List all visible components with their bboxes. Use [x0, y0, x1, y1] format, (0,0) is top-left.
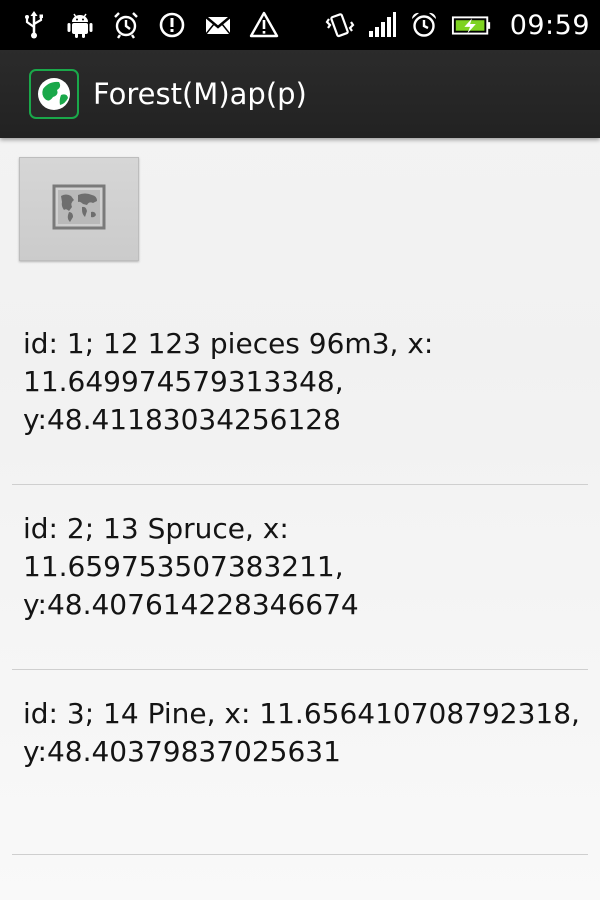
app-title: Forest(M)ap(p) [93, 77, 307, 111]
alarm-clock-icon [110, 9, 142, 41]
list-item[interactable]: id: 1; 12 123 pieces 96m3, x: 11.6499745… [0, 300, 600, 485]
list-item-text: id: 3; 14 Pine, x: 11.656410708792318, y… [23, 697, 580, 768]
divider [12, 854, 588, 855]
signal-icon [366, 9, 398, 41]
android-debug-icon [64, 9, 96, 41]
gmail-icon [202, 9, 234, 41]
status-time: 09:59 [509, 9, 590, 41]
system-icons: 09:59 [324, 0, 590, 50]
status-bar: 09:59 [0, 0, 600, 50]
notification-icons [18, 0, 280, 50]
battery-charging-icon [450, 9, 494, 41]
usb-icon [18, 9, 50, 41]
show-map-button[interactable] [19, 157, 139, 261]
list-item[interactable]: id: 3; 14 Pine, x: 11.656410708792318, y… [0, 670, 600, 855]
list-item[interactable]: id: 2; 13 Spruce, x: 11.659753507383211,… [0, 485, 600, 670]
alarm-icon [408, 9, 440, 41]
alert-icon [156, 9, 188, 41]
action-bar: Forest(M)ap(p) [0, 50, 600, 138]
list-item-text: id: 2; 13 Spruce, x: 11.659753507383211,… [23, 512, 359, 621]
list-item-text: id: 1; 12 123 pieces 96m3, x: 11.6499745… [23, 327, 434, 436]
warning-icon [248, 9, 280, 41]
vibrate-icon [324, 9, 356, 41]
record-list: id: 1; 12 123 pieces 96m3, x: 11.6499745… [0, 300, 600, 855]
map-icon [52, 184, 106, 234]
forest-globe-icon[interactable] [29, 69, 79, 119]
